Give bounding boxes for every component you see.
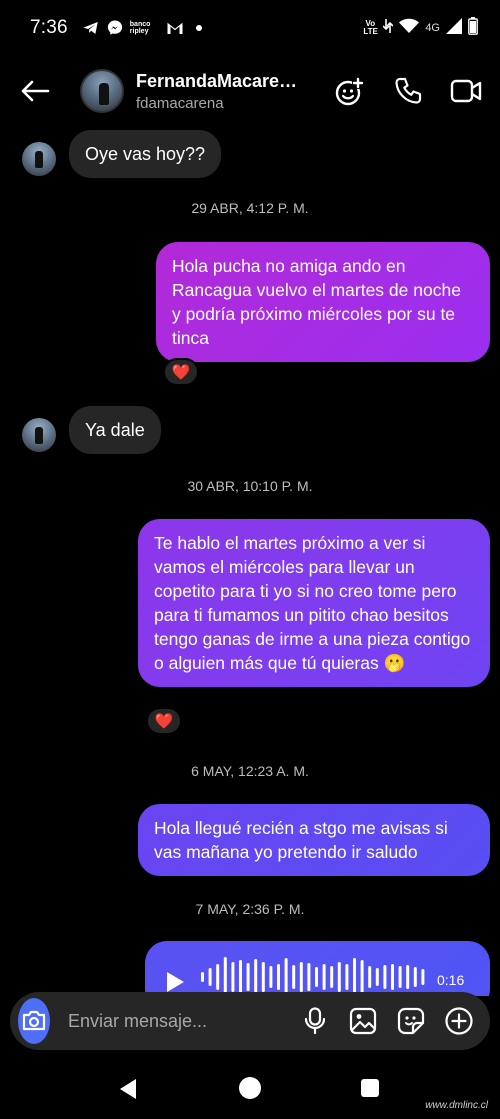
system-navigation-bar: www.dmlinc.cl [0, 1058, 500, 1119]
bank-badge: banco ripley [129, 21, 151, 35]
waveform-bar [360, 960, 364, 994]
waveform-bar [292, 965, 296, 989]
message-composer [10, 992, 490, 1050]
watermark: www.dmlinc.cl [425, 1100, 488, 1111]
waveform-bar [223, 957, 227, 996]
back-arrow-icon[interactable] [18, 74, 52, 108]
waveform-bar [277, 964, 280, 990]
image-icon [349, 1007, 377, 1035]
message-input[interactable] [68, 1010, 300, 1032]
waveform [201, 957, 425, 996]
waveform-bar [261, 962, 265, 992]
wifi-icon [399, 18, 420, 39]
timestamp: 7 MAY, 2:36 P. M. [195, 901, 305, 917]
waveform-bar [307, 963, 311, 991]
message-outgoing[interactable]: Hola pucha no amiga ando en Rancagua vue… [156, 242, 490, 362]
waveform-bar [421, 969, 425, 985]
video-call-button[interactable] [450, 75, 482, 107]
waveform-bar [246, 963, 250, 991]
waveform-bar [413, 967, 417, 987]
microphone-icon [304, 1007, 326, 1035]
waveform-bar [231, 962, 235, 992]
waveform-bar [383, 965, 387, 989]
waveform-bar [269, 966, 273, 988]
waveform-bar [406, 965, 410, 989]
sender-avatar[interactable] [22, 142, 56, 176]
camera-button[interactable] [18, 998, 50, 1044]
video-call-icon [450, 79, 482, 103]
message-thread[interactable]: Oye vas hoy?? 29 ABR, 4:12 P. M. Hola pu… [0, 126, 500, 996]
message-outgoing[interactable]: Te hablo el martes próximo a ver si vamo… [138, 519, 490, 687]
gallery-button[interactable] [348, 1006, 378, 1036]
waveform-bar [208, 968, 212, 986]
gmail-icon [166, 19, 184, 37]
network-type-label: 4G [425, 22, 440, 34]
message-incoming[interactable]: Ya dale [69, 406, 161, 454]
telegram-icon [82, 19, 100, 37]
waveform-bar [284, 958, 288, 996]
phone-call-button[interactable] [392, 75, 424, 107]
waveform-bar [322, 964, 326, 990]
sticker-button[interactable] [396, 1006, 426, 1036]
waveform-bar [201, 972, 204, 982]
volte-badge: Vo LTE [363, 19, 378, 36]
waveform-bar [375, 968, 379, 986]
waveform-bar [391, 964, 394, 990]
notification-dot-icon [190, 19, 208, 37]
heart-reaction-icon[interactable]: ❤️ [163, 358, 199, 386]
camera-icon [22, 1010, 46, 1031]
sender-avatar[interactable] [22, 418, 56, 452]
waveform-bar [337, 962, 341, 992]
play-icon[interactable] [165, 971, 185, 993]
message-incoming[interactable]: Oye vas hoy?? [69, 130, 222, 178]
waveform-bar [368, 966, 372, 988]
messenger-icon [106, 19, 124, 37]
timestamp: 29 ABR, 4:12 P. M. [191, 200, 309, 216]
waveform-bar [330, 966, 334, 988]
signal-icon [446, 17, 462, 39]
voice-record-button[interactable] [300, 1006, 330, 1036]
add-effects-button[interactable] [334, 75, 366, 107]
waveform-bar [315, 967, 318, 987]
timestamp: 30 ABR, 10:10 P. M. [187, 478, 313, 494]
waveform-bar [239, 960, 242, 994]
timestamp: 6 MAY, 12:23 A. M. [191, 763, 309, 779]
status-system-icons: Vo LTE 4G [363, 16, 478, 40]
add-effects-icon [335, 77, 364, 106]
status-time: 7:36 [30, 17, 68, 38]
more-options-button[interactable] [444, 1006, 474, 1036]
heart-reaction-icon[interactable]: ❤️ [146, 707, 182, 735]
status-notification-icons: banco ripley [82, 19, 208, 37]
waveform-bar [299, 962, 303, 992]
status-bar: 7:36 banco ripley Vo LTE 4G [0, 0, 500, 56]
waveform-bar [353, 958, 356, 996]
nav-home-icon[interactable] [239, 1077, 261, 1099]
waveform-bar [398, 966, 402, 988]
voice-duration: 0:16 [437, 972, 465, 988]
battery-icon [468, 16, 478, 40]
message-outgoing[interactable]: Hola llegué recién a stgo me avisas si v… [138, 804, 490, 876]
nav-back-icon[interactable] [118, 1078, 138, 1100]
chat-header: FernandaMacare… fdamacarena [0, 56, 500, 126]
contact-username: fdamacarena [136, 94, 224, 112]
nav-recents-icon[interactable] [361, 1079, 379, 1097]
contact-name: FernandaMacare… [136, 70, 298, 91]
plus-circle-icon [445, 1007, 473, 1035]
contact-avatar[interactable] [80, 69, 124, 113]
phone-icon [395, 77, 422, 104]
voice-message[interactable]: 0:16 [145, 941, 490, 996]
waveform-bar [345, 964, 349, 990]
waveform-bar [254, 959, 258, 995]
waveform-bar [216, 964, 220, 990]
contact-info[interactable]: FernandaMacare… fdamacarena [136, 71, 297, 112]
data-arrows-icon [382, 18, 394, 39]
sticker-icon [397, 1007, 425, 1035]
